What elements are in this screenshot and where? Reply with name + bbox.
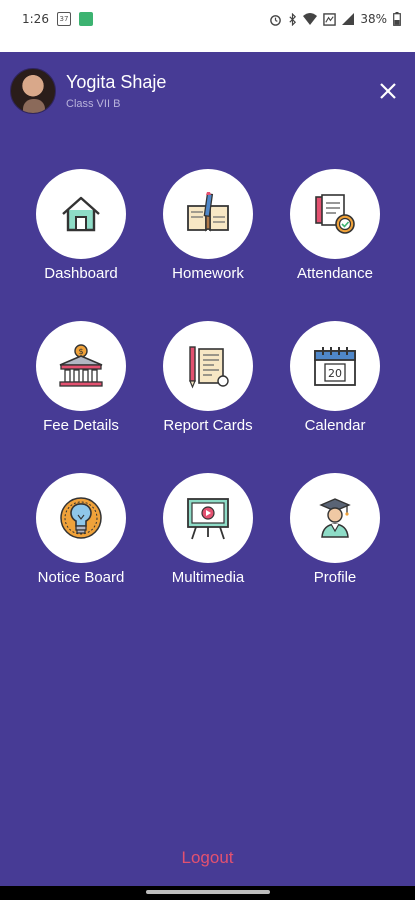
menu-item-report-cards[interactable]: Report Cards: [143, 321, 273, 434]
bank-icon: $: [59, 344, 103, 387]
menu-item-homework[interactable]: Homework: [143, 169, 273, 282]
menu-grid: Dashboard Homework Attendance $ Fee Deta…: [0, 52, 415, 612]
graduate-icon: [319, 498, 351, 538]
status-right: 38%: [269, 12, 401, 26]
battery-percent: 38%: [360, 12, 387, 26]
menu-label-notice-board: Notice Board: [37, 569, 125, 586]
menu-icon-circle: [163, 321, 253, 411]
menu-icon-circle: $: [36, 321, 126, 411]
report-card-icon: [189, 346, 229, 389]
menu-label-profile: Profile: [313, 569, 357, 586]
navigation-drawer: Yogita Shaje Class VII B Dashboard Homew…: [0, 52, 415, 886]
status-left: 1:26 37: [22, 12, 93, 26]
menu-icon-circle: [290, 473, 380, 563]
menu-icon-circle: [36, 473, 126, 563]
calendar-day-number: 20: [328, 367, 342, 380]
menu-label-attendance: Attendance: [297, 265, 373, 282]
menu-label-homework: Homework: [172, 265, 244, 282]
menu-item-attendance[interactable]: Attendance: [270, 169, 400, 282]
logout-button[interactable]: Logout: [0, 848, 415, 868]
menu-item-notice-board[interactable]: Notice Board: [16, 473, 146, 586]
system-navigation-bar: [0, 886, 415, 900]
menu-label-report-cards: Report Cards: [163, 417, 253, 434]
menu-item-profile[interactable]: Profile: [270, 473, 400, 586]
menu-icon-circle: [290, 169, 380, 259]
menu-label-fee-details: Fee Details: [43, 417, 119, 434]
calendar-notification-number: 37: [59, 14, 69, 23]
attendance-icon: [315, 194, 355, 234]
menu-item-dashboard[interactable]: Dashboard: [16, 169, 146, 282]
app-notification-icon: [78, 12, 93, 26]
alarm-icon: [269, 13, 282, 26]
menu-label-calendar: Calendar: [304, 417, 366, 434]
signal-icon: [342, 13, 355, 25]
menu-label-multimedia: Multimedia: [171, 569, 245, 586]
calendar-icon: 20: [314, 347, 356, 386]
menu-item-calendar[interactable]: 20 Calendar: [270, 321, 400, 434]
menu-icon-circle: [36, 169, 126, 259]
menu-icon-circle: 20: [290, 321, 380, 411]
status-bar: 1:26 37 38%: [0, 0, 415, 38]
home-gesture-handle[interactable]: [146, 890, 270, 894]
presentation-board-icon: [187, 498, 229, 540]
wifi-icon: [303, 13, 318, 25]
lightbulb-icon: [60, 497, 102, 539]
bluetooth-icon: [288, 12, 297, 26]
book-icon: [187, 192, 229, 232]
menu-item-multimedia[interactable]: Multimedia: [143, 473, 273, 586]
menu-item-fee-details[interactable]: $ Fee Details: [16, 321, 146, 434]
battery-icon: [393, 12, 401, 26]
calendar-notification-icon: 37: [56, 12, 71, 26]
menu-icon-circle: [163, 169, 253, 259]
data-saver-icon: [323, 12, 337, 26]
svg-text:$: $: [78, 347, 83, 356]
menu-icon-circle: [163, 473, 253, 563]
status-time: 1:26: [22, 12, 49, 26]
house-icon: [62, 196, 100, 232]
menu-label-dashboard: Dashboard: [44, 265, 118, 282]
